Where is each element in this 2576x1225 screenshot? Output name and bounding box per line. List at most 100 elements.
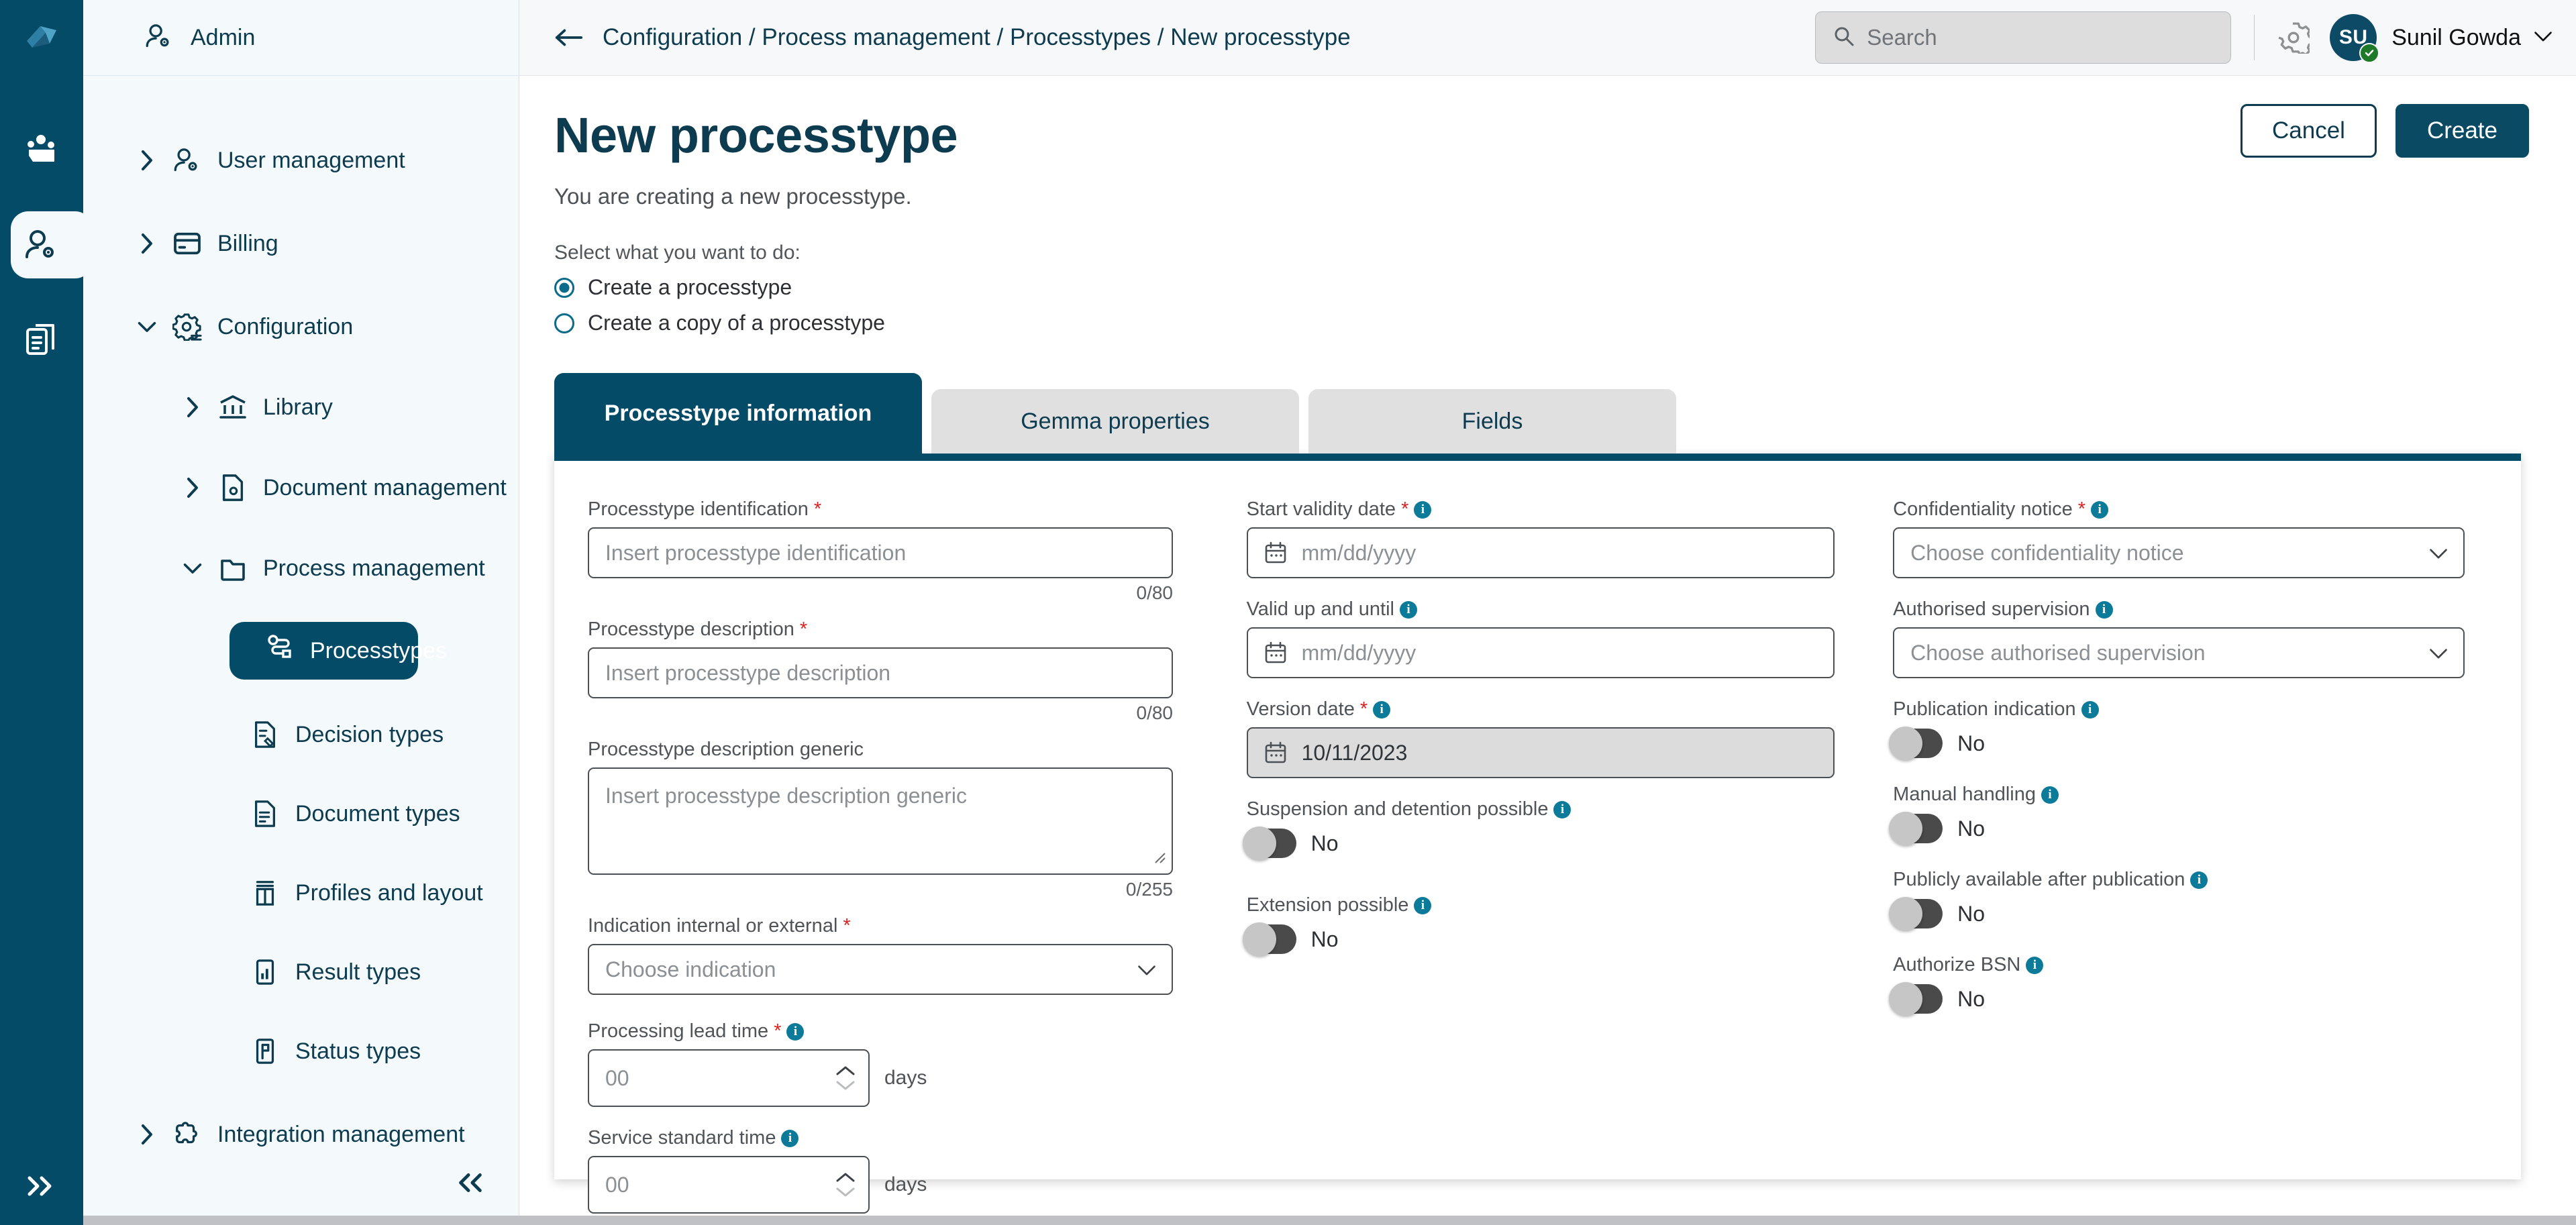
info-icon[interactable]: i	[2096, 601, 2113, 619]
sidebar-item-label: Document types	[295, 801, 460, 827]
sidebar-item-integration-management[interactable]: Integration management	[83, 1110, 519, 1159]
user-name: Sunil Gowda	[2391, 25, 2521, 51]
stepper-arrows[interactable]	[835, 1065, 856, 1091]
sidebar-item-document-types[interactable]: Document types	[83, 790, 519, 838]
horizontal-scrollbar[interactable]	[0, 1216, 2576, 1225]
sidebar-item-configuration[interactable]: Configuration	[83, 303, 519, 351]
sidebar-item-user-management[interactable]: User management	[83, 136, 519, 184]
field-confidentiality-notice: Confidentiality notice* i Choose confide…	[1893, 498, 2521, 578]
rail-item-teams[interactable]	[0, 116, 83, 183]
suspension-toggle[interactable]	[1247, 829, 1296, 858]
info-icon[interactable]: i	[786, 1023, 804, 1041]
field-start-validity-date: Start validity date* i	[1247, 498, 1882, 578]
decision-doc-icon	[250, 721, 280, 749]
processtype-description-generic-textarea[interactable]: Insert processtype description generic	[588, 767, 1173, 875]
manual-handling-toggle[interactable]	[1893, 814, 1943, 843]
sidebar-collapse-button[interactable]	[453, 1169, 486, 1200]
create-button[interactable]: Create	[2395, 104, 2529, 158]
processing-lead-time-input[interactable]: 00	[588, 1049, 870, 1107]
tab-processtype-information[interactable]: Processtype information	[554, 373, 922, 454]
authorised-supervision-select[interactable]: Choose authorised supervision	[1893, 627, 2465, 678]
processing-lead-time-stepper[interactable]: 00 days	[588, 1049, 1221, 1107]
calendar-icon[interactable]	[1264, 641, 1287, 664]
info-icon[interactable]: i	[2091, 501, 2108, 519]
cancel-button[interactable]: Cancel	[2240, 104, 2377, 158]
input-placeholder: mm/dd/yyyy	[1302, 541, 1416, 566]
info-icon[interactable]: i	[1373, 701, 1390, 718]
radio-option-create[interactable]: Create a processtype	[554, 275, 2529, 300]
rail-item-list	[0, 116, 83, 374]
calendar-icon[interactable]	[1264, 541, 1287, 564]
info-icon[interactable]: i	[1414, 897, 1431, 914]
info-icon[interactable]: i	[1414, 501, 1431, 519]
rail-expand-button[interactable]	[0, 1173, 83, 1200]
breadcrumb[interactable]: Configuration / Process management / Pro…	[603, 24, 1351, 51]
stepper-arrows[interactable]	[835, 1171, 856, 1198]
field-label: Publication indication i	[1893, 698, 2521, 721]
field-manual-handling: Manual handling i No	[1893, 784, 2521, 843]
sidebar-item-decision-types[interactable]: Decision types	[83, 710, 519, 759]
info-icon[interactable]: i	[2041, 786, 2059, 804]
app-logo[interactable]	[0, 0, 83, 76]
back-button[interactable]	[554, 26, 584, 49]
service-standard-time-stepper[interactable]: 00 days	[588, 1156, 1221, 1214]
rail-item-documents[interactable]	[0, 307, 83, 374]
valid-until-date-input[interactable]: mm/dd/yyyy	[1247, 627, 1835, 678]
field-label: Authorised supervision i	[1893, 598, 2521, 621]
check-circle-icon	[2359, 43, 2379, 63]
select-placeholder: Choose confidentiality notice	[1910, 541, 2183, 566]
sidebar-item-processtypes[interactable]: Processtypes	[229, 622, 418, 680]
scrollbar-left-cap	[0, 1216, 83, 1225]
rail-item-admin[interactable]	[0, 211, 83, 278]
extension-toggle-row: No	[1247, 924, 1882, 954]
tab-fields[interactable]: Fields	[1308, 389, 1676, 454]
sidebar-item-process-management[interactable]: Process management	[83, 544, 519, 592]
sidebar-item-billing[interactable]: Billing	[83, 219, 519, 268]
sidebar-item-label: User management	[217, 148, 405, 174]
chevron-up-icon	[835, 1171, 856, 1183]
processtype-identification-input[interactable]: Insert processtype identification	[588, 527, 1173, 578]
publication-indication-toggle[interactable]	[1893, 729, 1943, 758]
search-input[interactable]: Search	[1815, 11, 2231, 64]
authorize-bsn-toggle[interactable]	[1893, 984, 1943, 1014]
confidentiality-notice-select[interactable]: Choose confidentiality notice	[1893, 527, 2465, 578]
extension-toggle[interactable]	[1247, 924, 1296, 954]
service-standard-time-input[interactable]: 00	[588, 1156, 870, 1214]
sidebar-item-profiles-and-layout[interactable]: Profiles and layout	[83, 869, 519, 917]
info-icon[interactable]: i	[2081, 701, 2099, 718]
chevron-down-icon	[835, 1079, 856, 1091]
user-menu-chevron-down-icon[interactable]	[2533, 29, 2553, 47]
chevron-right-icon	[137, 1123, 157, 1146]
required-marker: *	[774, 1020, 781, 1043]
sidebar-item-document-management[interactable]: Document management	[83, 464, 519, 512]
sidebar-item-status-types[interactable]: Status types	[83, 1027, 519, 1075]
topbar-right: Search SU Sunil Gowda	[1815, 11, 2553, 64]
info-icon[interactable]: i	[781, 1130, 798, 1147]
publicly-available-toggle[interactable]	[1893, 899, 1943, 928]
sidebar-item-result-types[interactable]: Result types	[83, 948, 519, 996]
processtype-description-input[interactable]: Insert processtype description	[588, 647, 1173, 698]
tab-gemma-properties[interactable]: Gemma properties	[931, 389, 1299, 454]
double-chevron-left-icon	[453, 1169, 486, 1196]
columns-icon	[250, 879, 280, 907]
info-icon[interactable]: i	[1553, 801, 1571, 818]
info-icon[interactable]: i	[1400, 601, 1417, 619]
app-root: Admin User management	[0, 0, 2576, 1225]
page-actions: Cancel Create	[2240, 104, 2529, 158]
settings-button[interactable]	[2277, 21, 2310, 54]
radio-option-copy[interactable]: Create a copy of a processtype	[554, 311, 2529, 335]
document-gear-icon	[217, 474, 248, 502]
char-counter: 0/255	[588, 879, 1173, 900]
input-placeholder: Insert processtype description generic	[605, 784, 967, 808]
start-validity-date-input[interactable]: mm/dd/yyyy	[1247, 527, 1835, 578]
indication-select[interactable]: Choose indication	[588, 944, 1173, 995]
resize-grip-icon[interactable]	[1151, 845, 1166, 869]
form-column-left: Processtype identification* Insert proce…	[554, 490, 1221, 1179]
toggle-value: No	[1957, 987, 1985, 1012]
avatar[interactable]: SU	[2330, 14, 2377, 61]
sidebar-item-label: Library	[263, 394, 333, 421]
info-icon[interactable]: i	[2026, 957, 2043, 974]
info-icon[interactable]: i	[2190, 871, 2208, 889]
sidebar-item-label: Decision types	[295, 722, 444, 748]
sidebar-item-library[interactable]: Library	[83, 383, 519, 431]
